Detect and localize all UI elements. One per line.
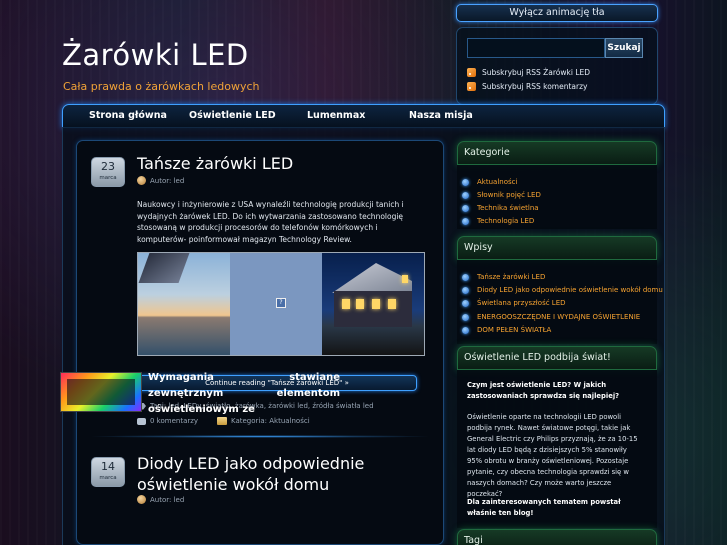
widget-categories-title: Kategorie — [457, 141, 657, 165]
bullet-icon — [462, 313, 469, 321]
bullet-icon — [462, 217, 469, 225]
search-button[interactable]: Szukaj — [605, 38, 643, 58]
post-image-gallery[interactable]: ? — [137, 252, 425, 356]
nav-item-mission[interactable]: Nasza misja — [409, 105, 473, 127]
bullet-icon — [462, 178, 469, 186]
category-link[interactable]: Technologia LED — [462, 217, 534, 225]
category-label[interactable]: Technika świetlna — [477, 204, 539, 212]
bullet-icon — [462, 191, 469, 199]
site-tagline: Cała prawda o żarówkach ledowych — [63, 80, 260, 93]
post-day: 14 — [101, 460, 115, 473]
widget-posts-title: Wpisy — [457, 236, 657, 260]
post-month: marca — [99, 175, 117, 181]
post-comments[interactable]: 0 komentarzy — [137, 417, 198, 425]
author-icon — [137, 176, 146, 185]
category-label[interactable]: Aktualności — [477, 178, 517, 186]
post-author-label: Autor: led — [150, 495, 185, 504]
search-input[interactable] — [467, 38, 605, 58]
rss-comments-label: Subskrybuj RSS komentarzy — [482, 82, 588, 91]
bullet-icon — [462, 273, 469, 281]
bullet-icon — [462, 286, 469, 294]
post-author: Autor: led — [137, 176, 184, 185]
broken-image-icon: ? — [276, 298, 286, 308]
house-photo-day[interactable] — [138, 253, 230, 355]
post-month: marca — [99, 475, 117, 481]
post-excerpt: Wymagania stawiane zewnętrznym elementom… — [148, 372, 340, 415]
image-placeholder[interactable]: ? — [230, 253, 322, 355]
recent-post-link[interactable]: Diody LED jako odpowiednie oświetlenie w… — [462, 286, 663, 294]
widget-promo-title: Oświetlenie LED podbija świat! — [457, 346, 657, 370]
toggle-animation-button[interactable]: Wyłącz animację tła — [456, 4, 658, 22]
category-label[interactable]: Słownik pojęć LED — [477, 191, 541, 199]
nav-item-led-lighting[interactable]: Oświetlenie LED — [189, 105, 276, 127]
nav-item-home[interactable]: Strona główna — [89, 105, 167, 127]
post-title[interactable]: Diody LED jako odpowiednie oświetlenie w… — [137, 453, 437, 495]
bullet-icon — [462, 326, 469, 334]
folder-icon — [217, 417, 227, 425]
bullet-icon — [462, 299, 469, 307]
comment-icon — [137, 417, 146, 425]
rss-posts-link[interactable]: Subskrybuj RSS Żarówki LED — [467, 68, 590, 77]
recent-post-link[interactable]: DOM PEŁEN ŚWIATŁA — [462, 326, 551, 334]
nav-item-lumenmax[interactable]: Lumenmax — [307, 105, 365, 127]
category-link[interactable]: Słownik pojęć LED — [462, 191, 541, 199]
recent-post-label[interactable]: Diody LED jako odpowiednie oświetlenie w… — [477, 286, 663, 294]
post-author: Autor: led — [137, 495, 184, 504]
content-area: 23 marca Tańsze żarówki LED Autor: led N… — [76, 140, 444, 545]
post-category-label[interactable]: Kategoria: Aktualności — [231, 417, 310, 425]
recent-post-label[interactable]: ENERGOOSZCZĘDNE I WYDAJNE OŚWIETLENIE — [477, 313, 640, 321]
widget-tags-title: Tagi — [457, 529, 657, 545]
category-link[interactable]: Aktualności — [462, 178, 517, 186]
author-icon — [137, 495, 146, 504]
recent-post-label[interactable]: Tańsze żarówki LED — [477, 273, 545, 281]
post-date-badge: 14 marca — [91, 457, 125, 487]
post-comments-label[interactable]: 0 komentarzy — [150, 417, 198, 425]
promo-footer: Dla zainteresowanych tematem powstał wła… — [467, 498, 621, 517]
post-thumbnail[interactable] — [60, 372, 142, 412]
recent-post-link[interactable]: ENERGOOSZCZĘDNE I WYDAJNE OŚWIETLENIE — [462, 313, 640, 321]
post-excerpt: Naukowcy i inżynierowie z USA wynaleźli … — [137, 200, 404, 244]
post-divider — [87, 435, 433, 438]
rss-icon — [467, 68, 476, 77]
post-date-badge: 23 marca — [91, 157, 125, 187]
promo-question: Czym jest oświetlenie LED? W jakich zast… — [467, 381, 620, 400]
site-title[interactable]: Żarówki LED — [62, 38, 249, 72]
recent-post-label[interactable]: Świetlana przyszłość LED — [477, 299, 566, 307]
category-link[interactable]: Technika świetlna — [462, 204, 539, 212]
post-title[interactable]: Tańsze żarówki LED — [137, 153, 437, 174]
post-category: Kategoria: Aktualności — [217, 417, 310, 425]
main-nav: Strona główna Oświetlenie LED Lumenmax N… — [62, 104, 665, 128]
post-author-label: Autor: led — [150, 176, 185, 185]
search-widget: Szukaj Subskrybuj RSS Żarówki LED Subskr… — [456, 27, 658, 105]
promo-body: Oświetlenie oparte na technologii LED po… — [467, 413, 638, 498]
recent-post-link[interactable]: Świetlana przyszłość LED — [462, 299, 566, 307]
rss-icon — [467, 82, 476, 91]
rss-comments-link[interactable]: Subskrybuj RSS komentarzy — [467, 82, 587, 91]
post-day: 23 — [101, 160, 115, 173]
category-label[interactable]: Technologia LED — [477, 217, 534, 225]
house-photo-night[interactable] — [322, 253, 424, 355]
recent-post-label[interactable]: DOM PEŁEN ŚWIATŁA — [477, 326, 551, 334]
bullet-icon — [462, 204, 469, 212]
rss-posts-label: Subskrybuj RSS Żarówki LED — [482, 68, 591, 77]
recent-post-link[interactable]: Tańsze żarówki LED — [462, 273, 545, 281]
